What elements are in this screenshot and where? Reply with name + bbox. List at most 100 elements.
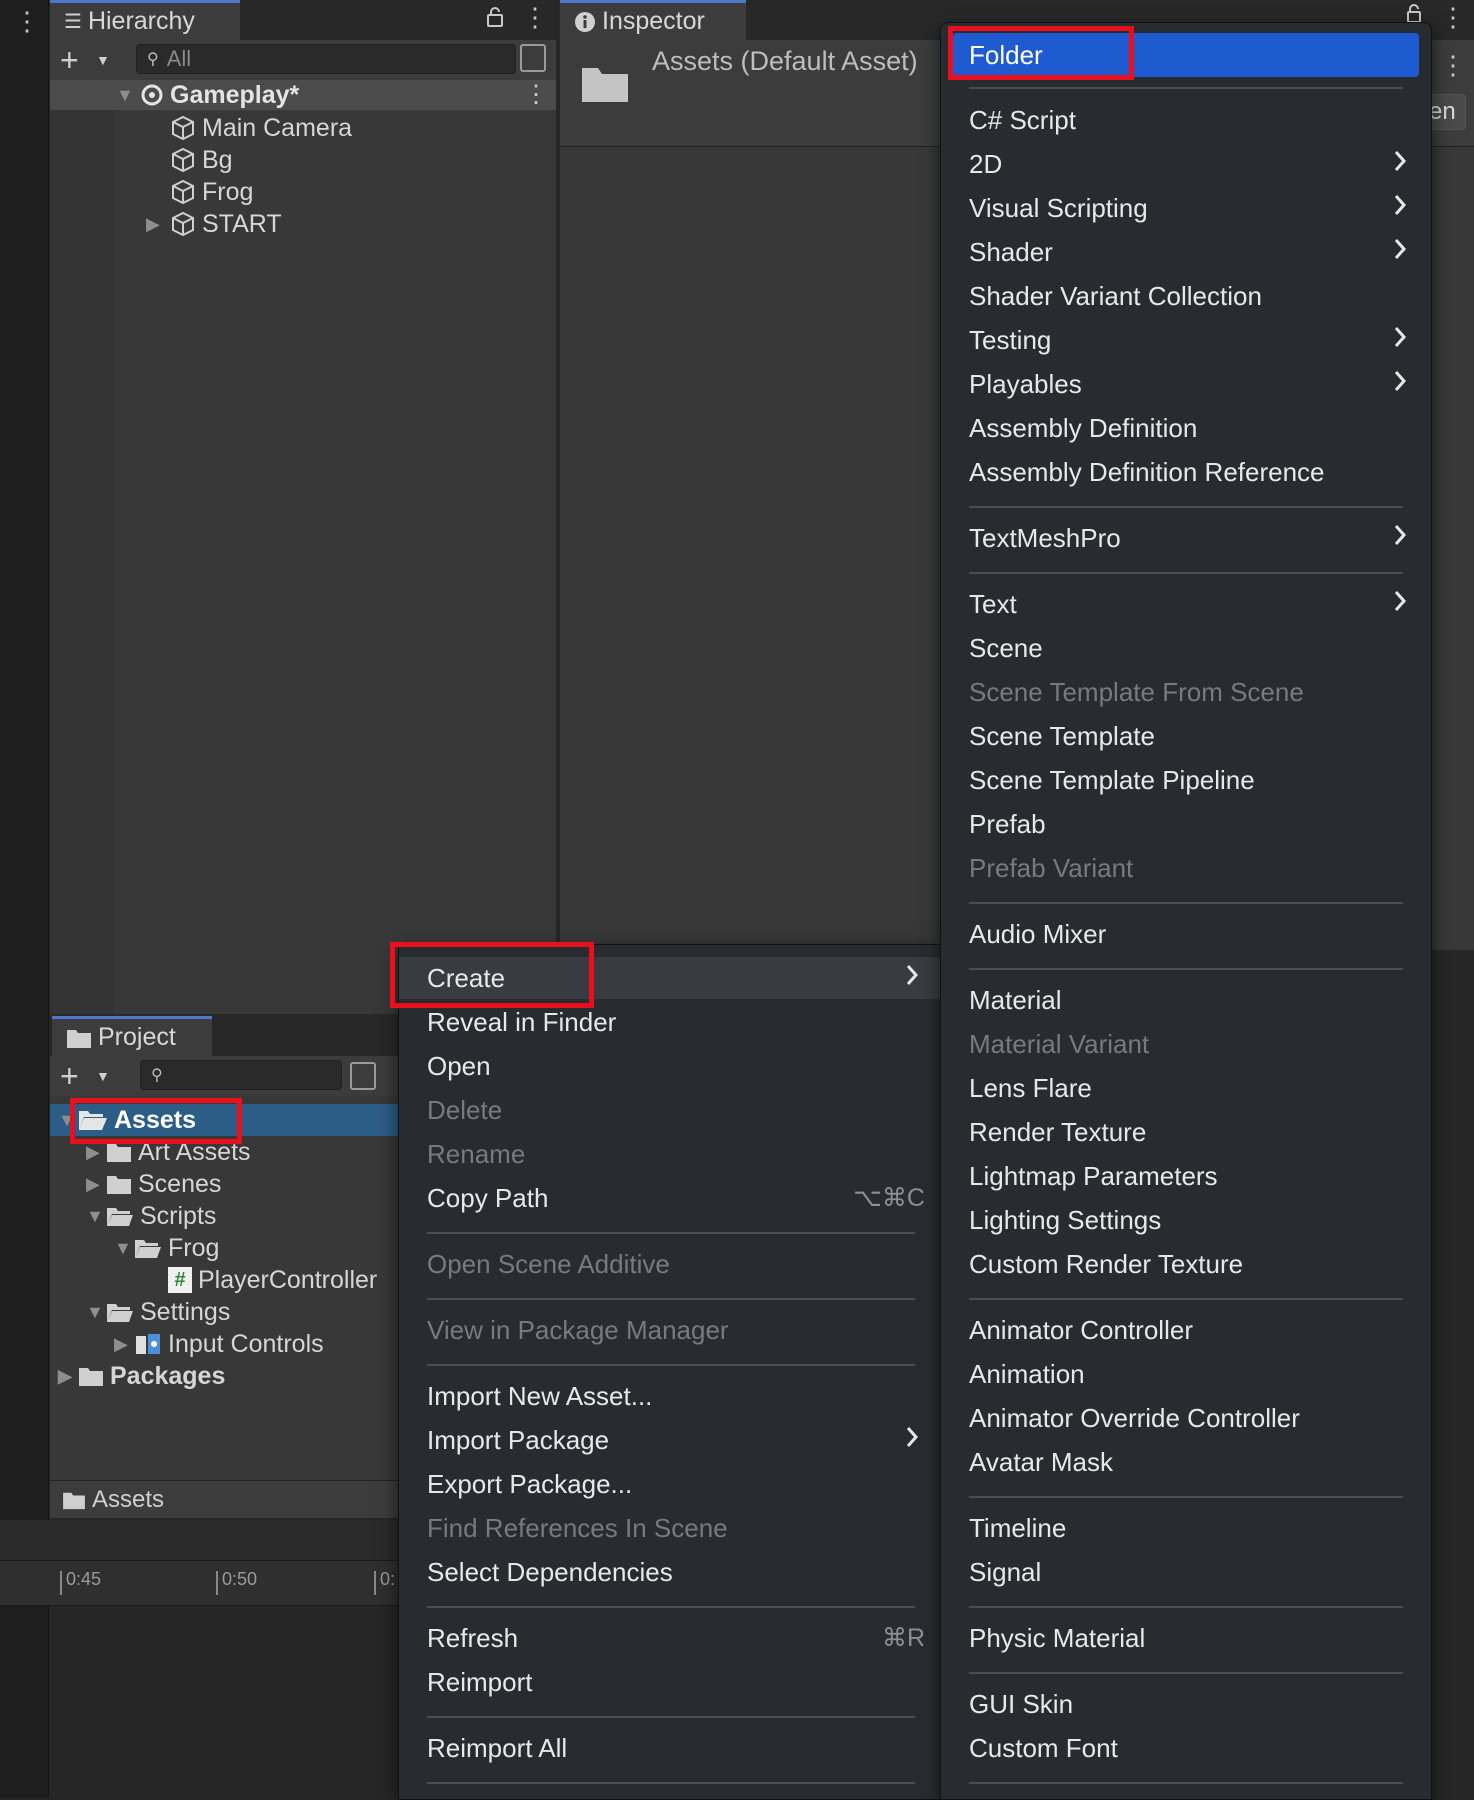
project-tree-label: Scenes [138,1169,222,1198]
project-dropdown-arrow-icon[interactable]: ▼ [96,1068,110,1084]
menu-item-reimport-all[interactable]: Reimport All [399,1727,943,1769]
hierarchy-menu-icon[interactable]: ⋮ [522,2,548,33]
project-tree-item[interactable]: ▼ Scripts [86,1200,216,1232]
collapse-triangle-icon[interactable]: ▼ [114,1238,134,1259]
submenu-item-assembly-definition[interactable]: Assembly Definition [941,407,1431,449]
menu-item-import-package[interactable]: Import Package [399,1419,943,1461]
gameobject-cube-icon [170,147,196,173]
submenu-item-gui-skin[interactable]: GUI Skin [941,1683,1431,1725]
inspector-menu-icon[interactable]: ⋮ [1440,2,1466,33]
folder-icon [106,1141,132,1163]
menu-item-view-in-package-manager: View in Package Manager [427,1314,729,1345]
project-search[interactable]: ⚲ [140,1060,342,1090]
expand-triangle-icon[interactable]: ▶ [58,1366,78,1387]
project-tree-item[interactable]: ▼ Settings [86,1296,230,1328]
submenu-item-textmeshpro[interactable]: TextMeshPro [941,517,1431,559]
submenu-item-timeline[interactable]: Timeline [941,1507,1431,1549]
submenu-item-lighting-settings[interactable]: Lighting Settings [941,1199,1431,1241]
submenu-item-signal[interactable]: Signal [941,1551,1431,1593]
submenu-item-visual-scripting[interactable]: Visual Scripting [941,187,1431,229]
submenu-item-animation[interactable]: Animation [941,1353,1431,1395]
submenu-item-custom-font[interactable]: Custom Font [941,1727,1431,1769]
submenu-item-prefab-variant: Prefab Variant [969,852,1134,883]
search-icon: ⚲ [147,51,159,68]
submenu-item-2d[interactable]: 2D [941,143,1431,185]
expand-triangle-icon[interactable]: ▶ [114,1334,134,1355]
submenu-item-animator-controller[interactable]: Animator Controller [941,1309,1431,1351]
submenu-item-playables[interactable]: Playables [941,363,1431,405]
hierarchy-item[interactable]: Bg [170,144,233,176]
project-tree-item[interactable]: # PlayerController [168,1264,377,1296]
tab-inspector[interactable]: Inspector [560,0,746,40]
folder-icon [62,1490,86,1510]
menu-separator [427,1606,915,1608]
submenu-item-lightmap-parameters[interactable]: Lightmap Parameters [941,1155,1431,1197]
menu-separator [969,1298,1403,1300]
submenu-item-scene[interactable]: Scene [941,627,1431,669]
menu-item-reimport[interactable]: Reimport [399,1661,943,1703]
submenu-item-material[interactable]: Material [941,979,1431,1021]
menu-item-import-new-asset[interactable]: Import New Asset... [399,1375,943,1417]
collapse-triangle-icon[interactable]: ▼ [86,1302,106,1323]
project-visibility-icon[interactable] [350,1062,376,1090]
collapse-triangle-icon[interactable]: ▼ [116,85,140,106]
hierarchy-item-label: Bg [202,145,233,174]
submenu-item-audio-mixer[interactable]: Audio Mixer [941,913,1431,955]
submenu-item-testing[interactable]: Testing [941,319,1431,361]
submenu-item-lens-flare[interactable]: Lens Flare [941,1067,1431,1109]
project-tree-label: Settings [140,1297,231,1326]
context-menu: Create Reveal in Finder Open Delete Rena… [398,944,944,1800]
hierarchy-item[interactable]: Main Camera [170,112,352,144]
project-tree-item[interactable]: ▶ Input Controls [114,1328,324,1360]
submenu-item-scene-template[interactable]: Scene Template [941,715,1431,757]
menu-item-export-package[interactable]: Export Package... [399,1463,943,1505]
gameobject-cube-icon [170,115,196,141]
menu-item-copy-path[interactable]: Copy Path ⌥⌘C [399,1177,943,1219]
menu-separator [969,1606,1403,1608]
submenu-item-custom-render-texture[interactable]: Custom Render Texture [941,1243,1431,1285]
input-actions-icon [134,1332,162,1356]
submenu-item-animator-override-controller[interactable]: Animator Override Controller [941,1397,1431,1439]
hierarchy-item[interactable]: ▶ START [146,208,282,240]
menu-item-open[interactable]: Open [399,1045,943,1087]
submenu-item-physic-material[interactable]: Physic Material [941,1617,1431,1659]
project-tree-item-packages[interactable]: ▶ Packages [58,1360,225,1392]
submenu-item-prefab[interactable]: Prefab [941,803,1431,845]
folder-open-icon [134,1237,162,1259]
hierarchy-item-label: Main Camera [202,113,353,142]
menu-item-refresh[interactable]: Refresh ⌘R [399,1617,943,1659]
submenu-item-text[interactable]: Text [941,583,1431,625]
tab-hierarchy[interactable]: ☰ Hierarchy [50,0,240,40]
project-add-icon[interactable]: + [60,1058,79,1095]
csharp-script-icon: # [168,1267,192,1293]
add-icon[interactable]: + [60,42,79,79]
dropdown-arrow-icon[interactable]: ▼ [96,52,110,68]
menu-item-select-dependencies[interactable]: Select Dependencies [399,1551,943,1593]
submenu-item-scene-template-pipeline[interactable]: Scene Template Pipeline [941,759,1431,801]
hierarchy-search[interactable]: ⚲ All [136,44,516,74]
list-icon: ☰ [64,11,82,33]
submenu-item-render-texture[interactable]: Render Texture [941,1111,1431,1153]
submenu-item-avatar-mask[interactable]: Avatar Mask [941,1441,1431,1483]
inspector-more-icon[interactable]: ⋮ [1440,50,1466,81]
project-tree-item[interactable]: ▶ Scenes [86,1168,221,1200]
submenu-item-shader-variant-collection[interactable]: Shader Variant Collection [941,275,1431,317]
expand-triangle-icon[interactable]: ▶ [86,1142,106,1163]
lock-icon[interactable] [486,6,504,34]
scene-visibility-icon[interactable] [520,44,546,72]
expand-triangle-icon[interactable]: ▶ [86,1174,106,1195]
folder-icon [78,1365,104,1387]
more-options-icon[interactable]: ⋮ [14,6,40,37]
scene-menu-icon[interactable]: ⋮ [524,80,548,109]
collapse-triangle-icon[interactable]: ▼ [86,1206,106,1227]
expand-triangle-icon[interactable]: ▶ [146,214,170,235]
info-icon [574,11,596,33]
submenu-item-csharp-script[interactable]: C# Script [941,99,1431,141]
project-tree-item[interactable]: ▼ Frog [114,1232,219,1264]
submenu-item-assembly-definition-reference[interactable]: Assembly Definition Reference [941,451,1431,493]
submenu-item-shader[interactable]: Shader [941,231,1431,273]
scene-row[interactable]: ▼ Gameplay* [116,80,556,110]
tab-project[interactable]: Project [52,1016,212,1056]
hierarchy-item[interactable]: Frog [170,176,253,208]
shortcut-label: ⌥⌘C [853,1184,925,1212]
